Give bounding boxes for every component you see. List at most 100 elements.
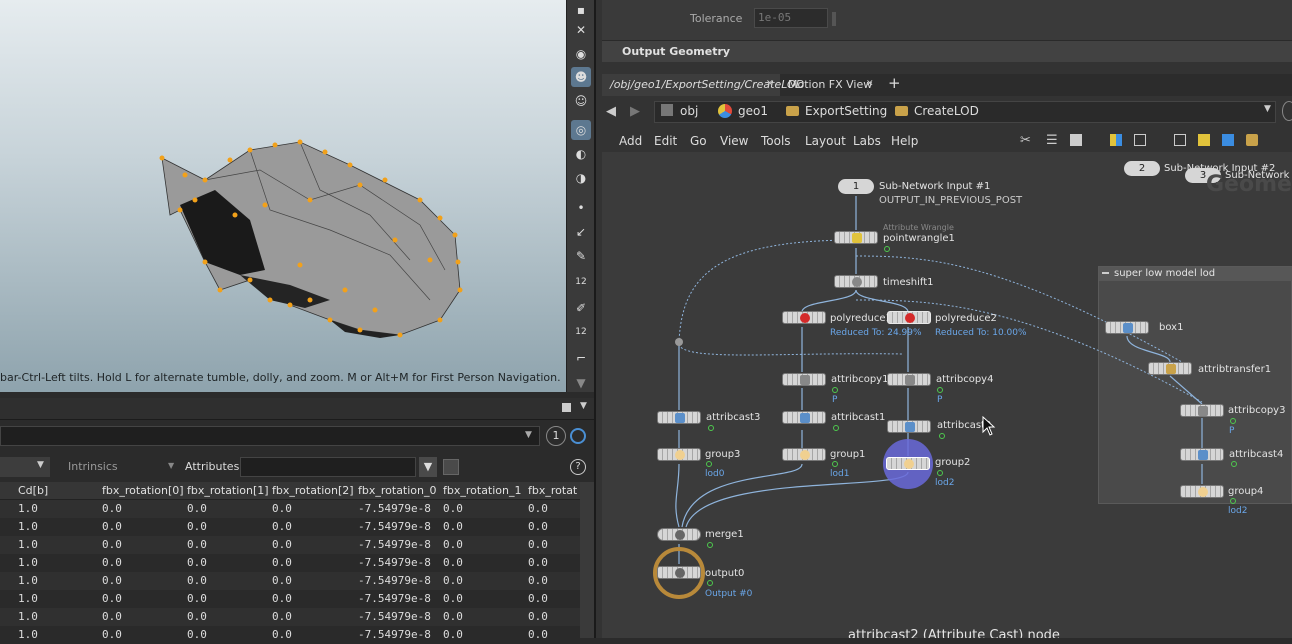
menu-arrow-icon[interactable]: ▼ xyxy=(580,401,587,411)
add-tab-button[interactable]: + xyxy=(882,74,907,92)
note-icon[interactable] xyxy=(1198,134,1210,146)
handle-icon[interactable]: ◉ xyxy=(571,44,591,64)
group-field[interactable]: ▼ xyxy=(0,426,540,446)
node-group4[interactable] xyxy=(1180,485,1224,498)
menu-labs[interactable]: Labs xyxy=(853,132,881,150)
node-attribcopy4[interactable] xyxy=(887,373,931,386)
node-output0[interactable] xyxy=(657,566,701,579)
chevron-down-icon[interactable]: ▼ xyxy=(525,430,532,440)
node-group3[interactable] xyxy=(657,448,701,461)
view-icon[interactable]: ☺ xyxy=(571,91,591,111)
close-icon[interactable]: ✕ xyxy=(766,79,774,89)
table-row[interactable]: 1.0 0.0 0.0 0.0 -7.54979e-8 0.0 0.0 xyxy=(0,590,580,608)
column-header[interactable]: Cd[b] xyxy=(18,482,100,500)
close-icon[interactable]: ✕ xyxy=(866,79,874,89)
crumb-obj[interactable]: obj xyxy=(680,101,698,121)
grid-icon[interactable] xyxy=(1110,134,1122,146)
table-row[interactable]: 1.0 0.0 0.0 0.0 -7.54979e-8 0.0 0.0 xyxy=(0,500,580,518)
column-header[interactable]: fbx_rotati xyxy=(528,482,578,500)
network-editor[interactable]: super low model lod 1 Sub-Network Input … xyxy=(602,152,1292,638)
tree-icon[interactable]: ☰ xyxy=(1046,133,1058,148)
point-icon[interactable]: • xyxy=(571,198,591,218)
chevron-down-icon[interactable]: ▼ xyxy=(1264,104,1271,114)
edge-icon[interactable]: ↙ xyxy=(571,222,591,242)
pin-icon[interactable]: ✎ xyxy=(571,246,591,266)
node-attribcast3[interactable] xyxy=(657,411,701,424)
display-badge[interactable]: 1 xyxy=(546,426,566,446)
node-attribtransfer1[interactable] xyxy=(1148,362,1192,375)
menu-go[interactable]: Go xyxy=(690,132,707,150)
table-row[interactable]: 1.0 0.0 0.0 0.0 -7.54979e-8 0.0 0.0 xyxy=(0,608,580,626)
tools-icon[interactable]: ✂ xyxy=(1020,133,1031,148)
menu-layout[interactable]: Layout xyxy=(805,132,846,150)
table-row[interactable]: 1.0 0.0 0.0 0.0 -7.54979e-8 0.0 0.0 xyxy=(0,626,580,644)
pose-icon[interactable]: ✕ xyxy=(571,20,591,40)
arrow-down-icon[interactable]: ▼ xyxy=(571,373,591,393)
crumb-export-setting[interactable]: ExportSetting xyxy=(805,101,887,121)
forward-arrow-icon[interactable]: ▶ xyxy=(630,104,640,119)
node-attribcast1[interactable] xyxy=(782,411,826,424)
node-merge1[interactable] xyxy=(657,528,701,541)
table-row[interactable]: 1.0 0.0 0.0 0.0 -7.54979e-8 0.0 0.0 xyxy=(0,518,580,536)
table-row[interactable]: 1.0 0.0 0.0 0.0 -7.54979e-8 0.0 0.0 xyxy=(0,572,580,590)
menu-edit[interactable]: Edit xyxy=(654,132,677,150)
back-arrow-icon[interactable]: ◀ xyxy=(606,104,616,119)
crumb-create-lod[interactable]: CreateLOD xyxy=(914,101,979,121)
select-icon[interactable]: ▪ xyxy=(571,0,591,20)
column-header[interactable]: fbx_rotation[1] xyxy=(187,482,270,500)
angle-icon[interactable]: ⌐ xyxy=(571,348,591,368)
column-header[interactable]: fbx_rotation_0 xyxy=(358,482,441,500)
subnet-input-1[interactable]: 1 xyxy=(838,179,874,194)
list-icon[interactable] xyxy=(1070,134,1082,146)
tolerance-slider[interactable] xyxy=(832,12,836,26)
tab-motion-fx[interactable]: Motion FX View xyxy=(782,76,878,94)
pin-icon[interactable] xyxy=(1282,101,1292,121)
column-header[interactable]: fbx_rotation[2] xyxy=(272,482,356,500)
crumb-geo1[interactable]: geo1 xyxy=(738,101,768,121)
help-icon[interactable]: ? xyxy=(570,459,586,475)
maximize-icon[interactable] xyxy=(562,403,571,412)
wire-icon[interactable]: ◐ xyxy=(571,144,591,164)
subnet-input-2[interactable]: 2 xyxy=(1124,161,1160,176)
node-attribcast2[interactable] xyxy=(887,420,931,433)
table-row[interactable]: 1.0 0.0 0.0 0.0 -7.54979e-8 0.0 0.0 xyxy=(0,536,580,554)
output-geometry-section[interactable]: Output Geometry xyxy=(602,40,1292,62)
number-icon[interactable]: 12 xyxy=(571,272,591,292)
image-icon[interactable] xyxy=(1222,134,1234,146)
menu-tools[interactable]: Tools xyxy=(761,132,791,150)
num2-icon[interactable]: 12 xyxy=(571,322,591,342)
options-icon[interactable] xyxy=(443,459,459,475)
menu-view[interactable]: View xyxy=(720,132,748,150)
table-scrollbar[interactable] xyxy=(580,482,594,638)
node-box1[interactable] xyxy=(1105,321,1149,334)
panel-icon[interactable] xyxy=(1174,134,1186,146)
tab-create-lod-label[interactable]: /obj/geo1/ExportSetting/CreateLOD xyxy=(604,76,810,94)
menu-help[interactable]: Help xyxy=(891,132,918,150)
node-group2[interactable] xyxy=(886,457,930,470)
column-header[interactable]: fbx_rotation_1 xyxy=(443,482,526,500)
hide-icon[interactable]: ◑ xyxy=(571,168,591,188)
node-group1[interactable] xyxy=(782,448,826,461)
target-icon[interactable] xyxy=(570,428,586,444)
node-attribcopy1[interactable] xyxy=(782,373,826,386)
bone-icon[interactable]: ☻ xyxy=(571,67,591,87)
scene-viewport[interactable]: bar-Ctrl-Left tilts. Hold L for alternat… xyxy=(0,0,566,392)
camera-icon[interactable]: ◎ xyxy=(571,120,591,140)
menu-add[interactable]: Add xyxy=(619,132,642,150)
tolerance-field[interactable]: 1e-05 xyxy=(754,8,828,28)
node-attribcast4[interactable] xyxy=(1180,448,1224,461)
layout-icon[interactable] xyxy=(1134,134,1146,146)
snap-icon[interactable]: ✐ xyxy=(571,298,591,318)
table-row[interactable]: 1.0 0.0 0.0 0.0 -7.54979e-8 0.0 0.0 xyxy=(0,554,580,572)
node-polyreduce2[interactable] xyxy=(887,311,931,324)
node-timeshift1[interactable] xyxy=(834,275,878,288)
column-header[interactable]: fbx_rotation[0] xyxy=(102,482,185,500)
node-polyreduce1[interactable] xyxy=(782,311,826,324)
box-icon[interactable] xyxy=(1246,134,1258,146)
node-pointwrangle1[interactable] xyxy=(834,231,878,244)
intrinsics-dropdown[interactable]: Intrinsics xyxy=(68,460,118,473)
class-dropdown[interactable]: ▼ xyxy=(0,457,50,477)
node-attribcopy3[interactable] xyxy=(1180,404,1224,417)
filter-icon[interactable]: ▼ xyxy=(419,457,437,477)
attributes-input[interactable] xyxy=(240,457,416,477)
